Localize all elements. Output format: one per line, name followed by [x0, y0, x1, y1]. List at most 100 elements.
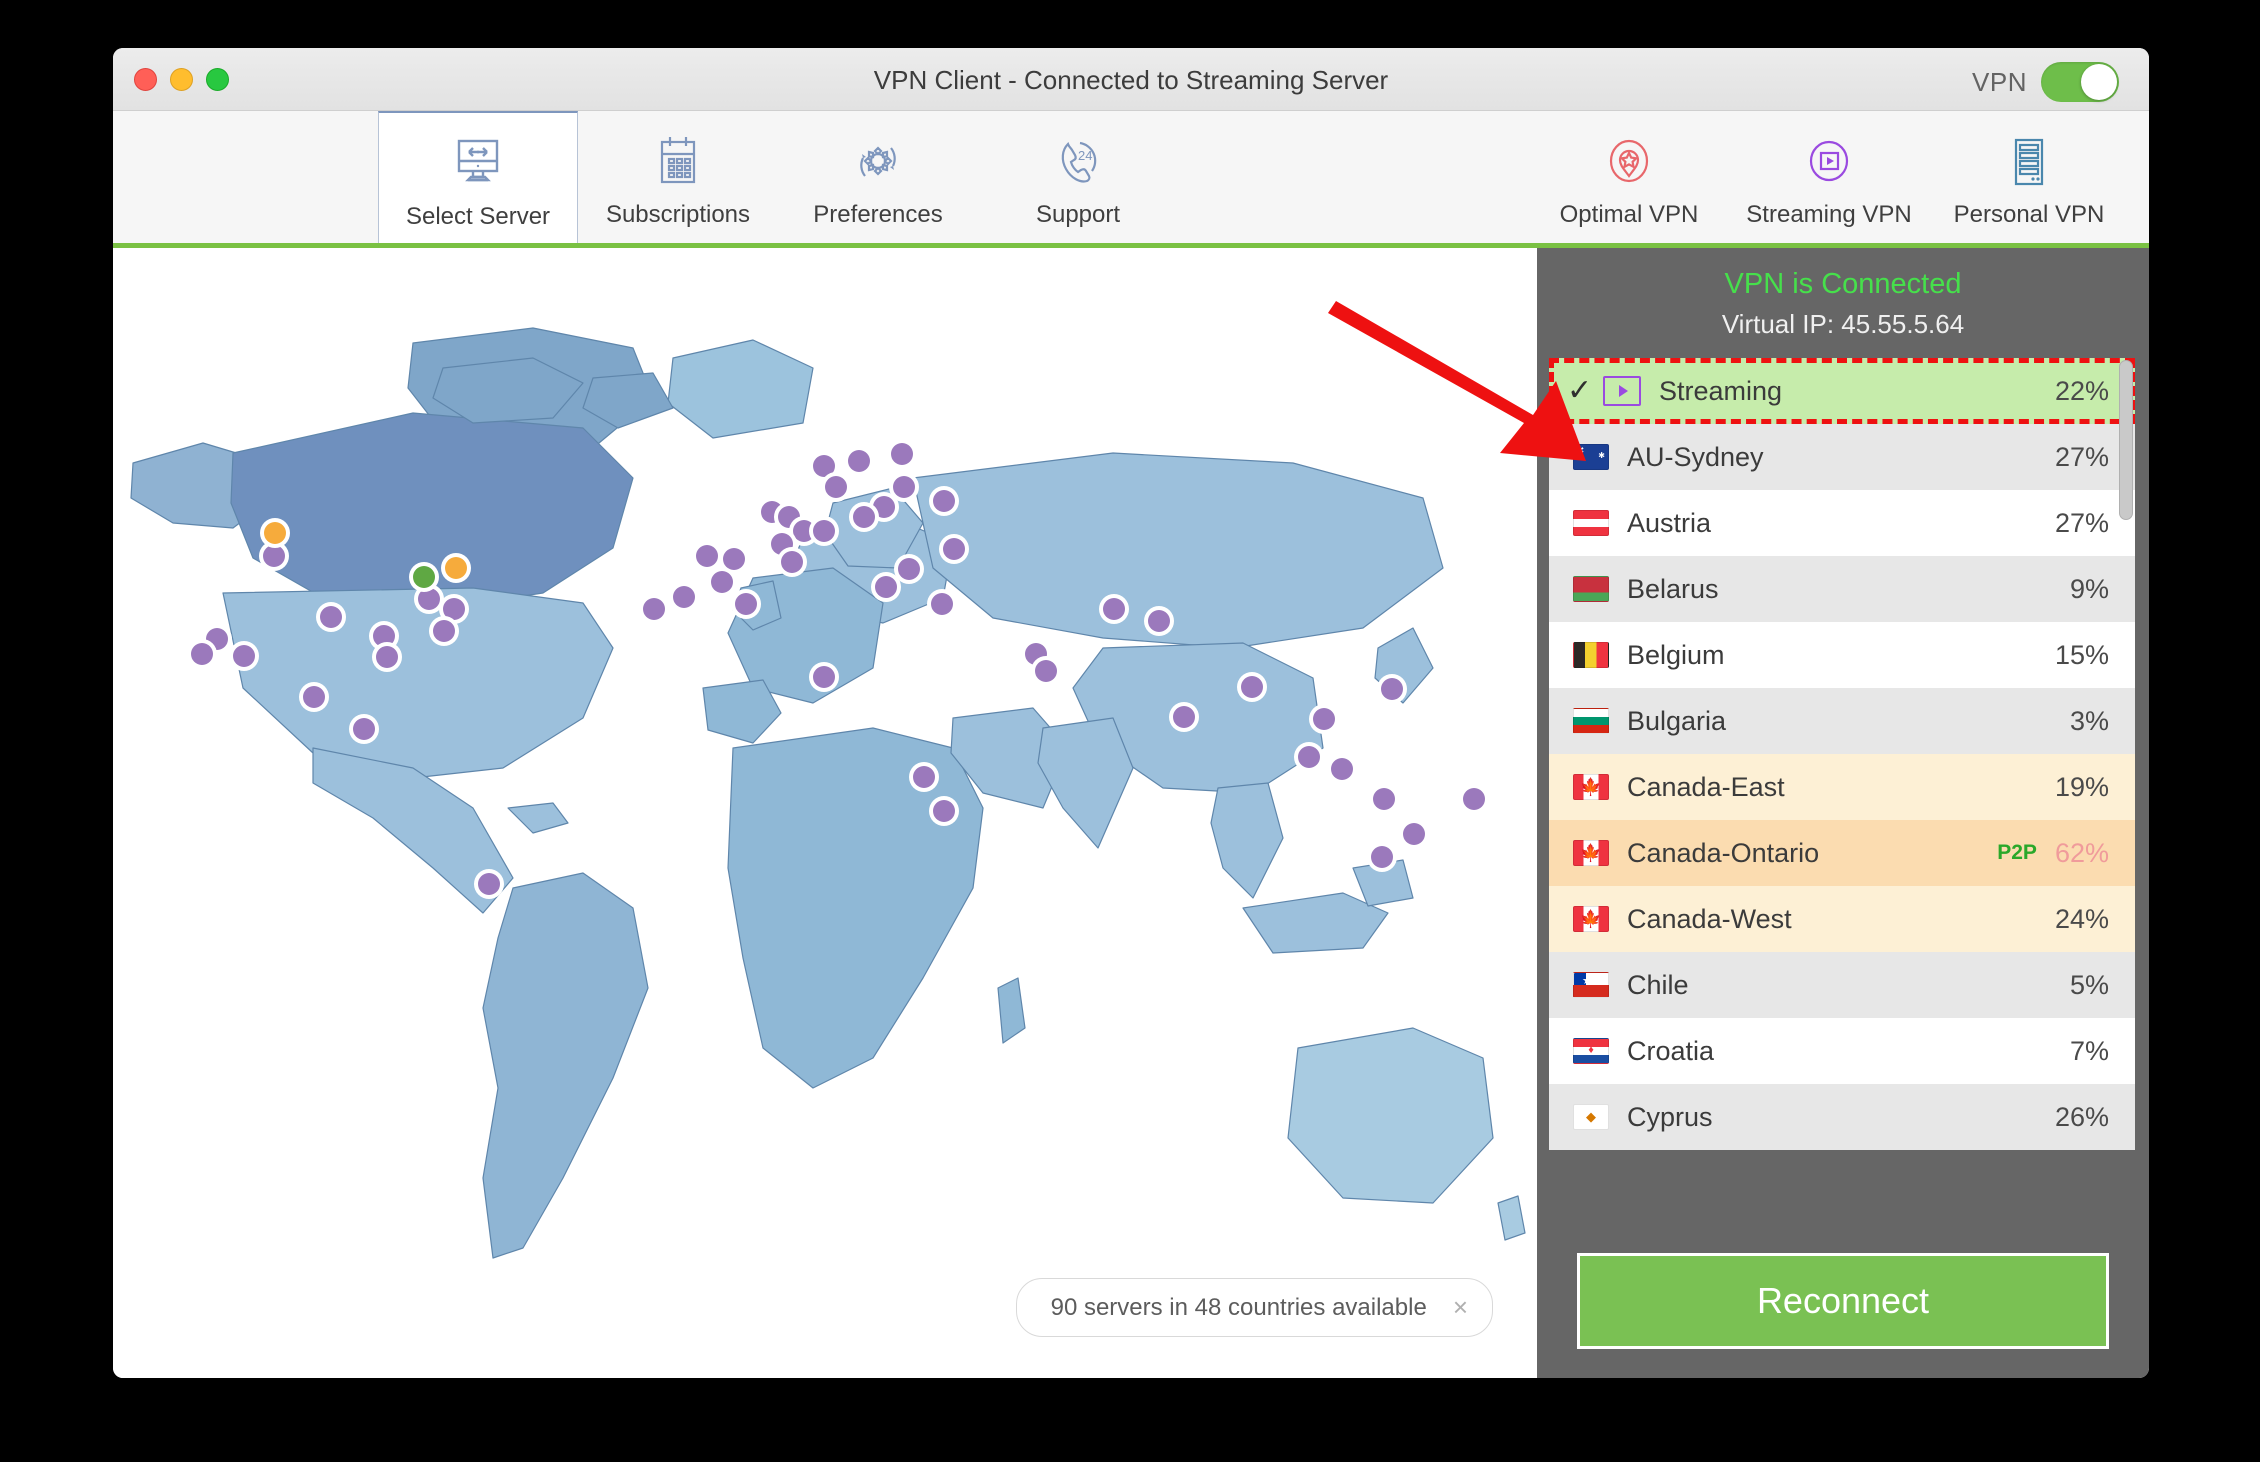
server-row[interactable]: Austria 27% [1549, 490, 2135, 556]
flag-icon [1573, 576, 1609, 602]
tab-preferences[interactable]: Preferences [778, 111, 978, 243]
server-marker[interactable] [478, 873, 500, 895]
tab-personal-vpn[interactable]: Personal VPN [1929, 111, 2129, 243]
server-marker[interactable] [1381, 678, 1403, 700]
server-marker[interactable] [443, 598, 465, 620]
server-row[interactable]: 🍁 Canada-East 19% [1549, 754, 2135, 820]
server-marker[interactable] [793, 520, 815, 542]
world-map[interactable]: 90 servers in 48 countries available × [113, 248, 1537, 1378]
flag-icon: 🍁 [1573, 906, 1609, 932]
server-marker[interactable] [723, 548, 745, 570]
server-row[interactable]: ✱ ✱ AU-Sydney 27% [1549, 424, 2135, 490]
tab-select-server[interactable]: Select Server [378, 111, 578, 243]
server-marker[interactable] [1313, 708, 1335, 730]
server-load: 9% [2069, 573, 2109, 604]
server-marker[interactable] [1173, 706, 1195, 728]
tab-support[interactable]: 24 Support [978, 111, 1178, 243]
server-marker[interactable] [711, 571, 733, 593]
server-marker[interactable] [825, 476, 847, 498]
server-row[interactable]: ★ Chile 5% [1549, 952, 2135, 1018]
server-marker[interactable] [875, 576, 897, 598]
server-row[interactable]: Belarus 9% [1549, 556, 2135, 622]
server-list[interactable]: ✓ Streaming 22% ✱ ✱ AU-Sydney 27% Austria 27% Bel… [1549, 358, 2135, 1231]
server-row[interactable]: ✓ Streaming 22% [1549, 358, 2135, 424]
server-marker[interactable] [1331, 758, 1353, 780]
server-load: 3% [2069, 705, 2109, 736]
server-row[interactable]: ◆ Cyprus 26% [1549, 1084, 2135, 1150]
vpn-toggle-group[interactable]: VPN [1972, 62, 2119, 102]
server-marker[interactable] [1035, 660, 1057, 682]
server-marker[interactable] [303, 686, 325, 708]
server-marker[interactable] [891, 443, 913, 465]
server-marker[interactable] [191, 643, 213, 665]
tab-subscriptions[interactable]: Subscriptions [578, 111, 778, 243]
server-marker[interactable] [1373, 788, 1395, 810]
server-marker[interactable] [898, 558, 920, 580]
server-marker[interactable] [643, 598, 665, 620]
gear-refresh-icon [847, 125, 909, 199]
server-marker-connected[interactable] [413, 566, 435, 588]
server-marker[interactable] [696, 545, 718, 567]
map-landmasses [130, 327, 1526, 1259]
server-marker-busy[interactable] [445, 557, 467, 579]
title-bar: VPN Client - Connected to Streaming Serv… [113, 48, 2149, 111]
server-marker[interactable] [943, 538, 965, 560]
server-marker[interactable] [233, 645, 255, 667]
close-icon[interactable]: × [1453, 1292, 1468, 1323]
server-marker[interactable] [673, 586, 695, 608]
server-marker[interactable] [735, 593, 757, 615]
server-marker[interactable] [1103, 598, 1125, 620]
tab-optimal-vpn[interactable]: Optimal VPN [1529, 111, 1729, 243]
monitor-arrows-icon [447, 127, 509, 201]
server-name: Austria [1627, 507, 1712, 538]
server-row[interactable]: Bulgaria 3% [1549, 688, 2135, 754]
server-marker[interactable] [433, 620, 455, 642]
server-marker[interactable] [1148, 610, 1170, 632]
server-load: 62% [2054, 837, 2109, 868]
server-marker[interactable] [813, 455, 835, 477]
server-marker[interactable] [320, 606, 342, 628]
server-marker[interactable] [1241, 676, 1263, 698]
app-window: VPN Client - Connected to Streaming Serv… [113, 48, 2149, 1378]
scrollbar-thumb[interactable] [2119, 360, 2133, 520]
server-load: 15% [2054, 639, 2109, 670]
server-marker[interactable] [913, 766, 935, 788]
map-status-pill: 90 servers in 48 countries available × [1015, 1278, 1493, 1337]
server-row[interactable]: 🍁 Canada-Ontario P2P 62% [1549, 820, 2135, 886]
server-marker[interactable] [1403, 823, 1425, 845]
server-row[interactable]: 🍁 Canada-West 24% [1549, 886, 2135, 952]
server-name: Belarus [1627, 573, 1719, 604]
server-marker[interactable] [873, 496, 895, 518]
server-marker[interactable] [893, 476, 915, 498]
server-marker[interactable] [1371, 846, 1393, 868]
server-marker[interactable] [848, 450, 870, 472]
server-marker[interactable] [813, 520, 835, 542]
tab-streaming-vpn[interactable]: Streaming VPN [1729, 111, 1929, 243]
flag-icon: ✱ ✱ [1573, 444, 1609, 470]
server-marker[interactable] [813, 666, 835, 688]
reconnect-button[interactable]: Reconnect [1577, 1253, 2109, 1349]
reconnect-button-wrap: Reconnect [1537, 1231, 2149, 1378]
flag-icon: 🍁 [1573, 774, 1609, 800]
server-marker-busy[interactable] [264, 522, 286, 544]
vpn-toggle-label: VPN [1972, 66, 2027, 97]
server-marker[interactable] [781, 551, 803, 573]
server-marker[interactable] [353, 718, 375, 740]
server-marker[interactable] [1298, 746, 1320, 768]
server-marker[interactable] [931, 593, 953, 615]
server-row[interactable]: Belgium 15% [1549, 622, 2135, 688]
server-marker[interactable] [376, 646, 398, 668]
flag-icon [1573, 708, 1609, 734]
server-marker[interactable] [373, 625, 395, 647]
server-load: 24% [2054, 903, 2109, 934]
server-row[interactable]: ♦ Croatia 7% [1549, 1018, 2135, 1084]
play-box-icon [1603, 376, 1641, 406]
vpn-toggle-switch[interactable] [2041, 62, 2119, 102]
server-marker[interactable] [418, 588, 440, 610]
server-load: 5% [2069, 969, 2109, 1000]
server-marker[interactable] [933, 800, 955, 822]
server-marker[interactable] [1463, 788, 1485, 810]
server-marker[interactable] [853, 506, 875, 528]
server-marker[interactable] [263, 545, 285, 567]
server-marker[interactable] [933, 490, 955, 512]
